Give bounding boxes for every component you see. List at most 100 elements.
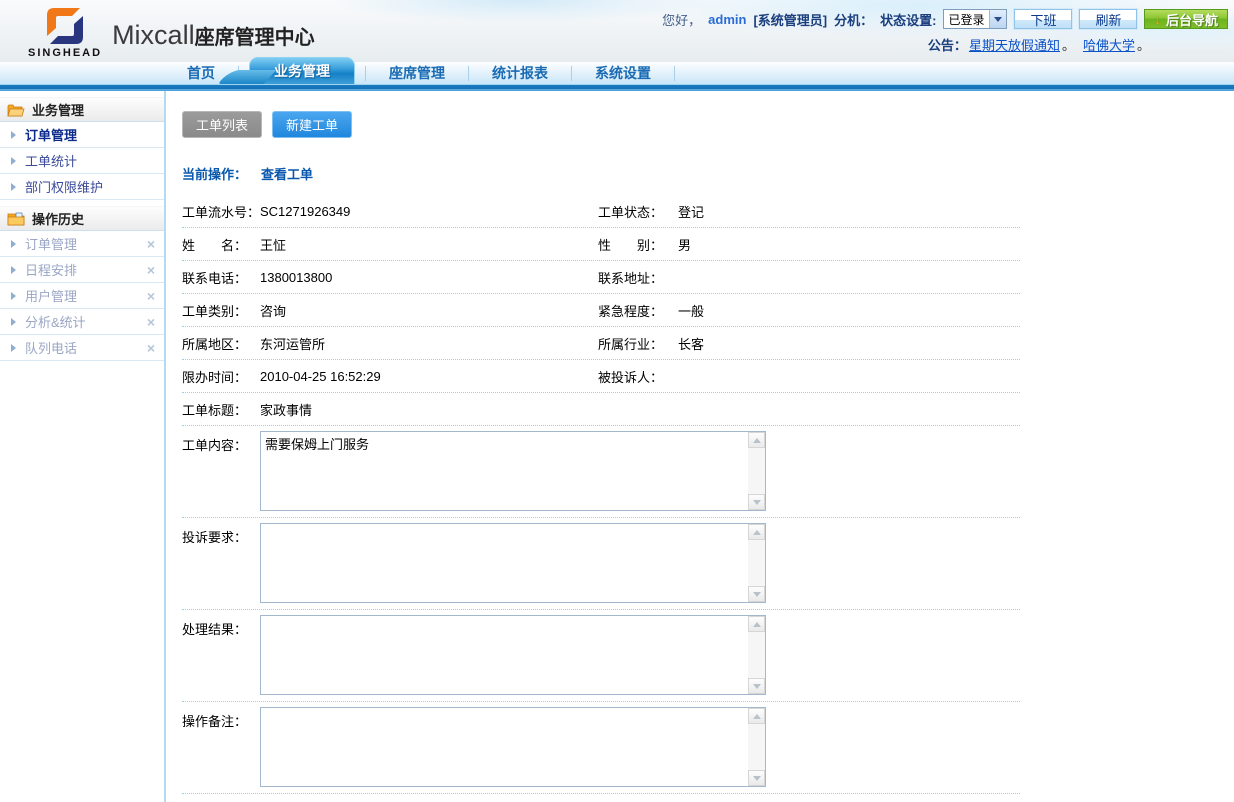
form-textarea[interactable] (261, 708, 748, 786)
scroll-down-icon[interactable] (748, 586, 765, 602)
sidebar-history-item[interactable]: 订单管理 × (0, 231, 164, 257)
textarea-box (260, 523, 766, 603)
field-value: SC1271926349 (260, 204, 598, 219)
field-label: 工单流水号： (182, 202, 260, 221)
new-workorder-button[interactable]: 新建工单 (272, 111, 352, 138)
sidebar-section-title: 操作历史 (32, 209, 84, 228)
nav-tab[interactable]: 统计报表 (475, 62, 565, 84)
scrollbar[interactable] (748, 616, 765, 694)
textarea-row: 工单内容： 需要保姆上门服务 (182, 426, 1020, 518)
current-operation: 当前操作： 查看工单 (182, 164, 1234, 183)
close-icon[interactable]: × (147, 263, 155, 277)
textarea-box (260, 615, 766, 695)
sidebar-history-item[interactable]: 队列电话 × (0, 335, 164, 361)
close-icon[interactable]: × (147, 315, 155, 329)
field-label: 所属地区： (182, 334, 260, 353)
logo-text: SINGHEAD (28, 47, 102, 59)
scrollbar[interactable] (748, 432, 765, 510)
arrow-right-icon (11, 292, 16, 300)
sidebar-item[interactable]: 部门权限维护 (0, 174, 164, 200)
extension-label: 分机： (834, 10, 873, 29)
sidebar-history-item[interactable]: 分析&统计 × (0, 309, 164, 335)
sidebar-item-label: 部门权限维护 (25, 177, 103, 196)
scroll-down-icon[interactable] (748, 494, 765, 510)
arrow-right-icon (11, 240, 16, 248)
backend-nav-label: 后台导航 (1166, 10, 1218, 29)
field-label: 操作备注： (182, 707, 260, 730)
field-label: 工单标题： (182, 400, 260, 419)
username: admin (708, 12, 746, 27)
scroll-down-icon[interactable] (748, 678, 765, 694)
greeting-text: 您好， (662, 10, 701, 29)
form-textarea[interactable] (261, 524, 748, 602)
sidebar-item[interactable]: 工单统计 (0, 148, 164, 174)
down-arrow-icon: ↓ (1154, 13, 1161, 26)
backend-nav-button[interactable]: ↓ 后台导航 (1144, 9, 1228, 29)
workorder-list-button[interactable]: 工单列表 (182, 111, 262, 138)
sidebar-history-item[interactable]: 用户管理 × (0, 283, 164, 309)
field-label: 工单内容： (182, 431, 260, 454)
form-textarea[interactable]: 需要保姆上门服务 (261, 432, 748, 510)
textarea-box: 需要保姆上门服务 (260, 431, 766, 511)
scrollbar[interactable] (748, 708, 765, 786)
close-icon[interactable]: × (147, 341, 155, 355)
field-value: 男 (678, 235, 1020, 254)
status-select-value: 已登录 (944, 11, 989, 28)
app-title-en: Mixcall (112, 20, 195, 51)
form-row: 限办时间： 2010-04-25 16:52:29 被投诉人： (182, 360, 1020, 393)
main-content: 工单列表 新建工单 当前操作： 查看工单 工单流水号： SC1271926349… (166, 91, 1234, 802)
announcement-link-2[interactable]: 哈佛大学 (1083, 35, 1135, 54)
field-label: 工单状态： (598, 202, 678, 221)
form-row: 工单标题： 家政事情 (182, 393, 1020, 426)
status-setting-label: 状态设置: (880, 10, 936, 29)
announcement-link-1[interactable]: 星期天放假通知 (969, 35, 1060, 54)
form-row: 联系电话： 1380013800 联系地址： (182, 261, 1020, 294)
nav-tab-separator (468, 66, 469, 81)
scroll-down-icon[interactable] (748, 770, 765, 786)
arrow-right-icon (11, 318, 16, 326)
form-row: 所属地区： 东河运管所 所属行业： 长客 (182, 327, 1020, 360)
form-row: 姓 名： 王怔 性 别： 男 (182, 228, 1020, 261)
field-value: 1380013800 (260, 270, 598, 285)
scroll-up-icon[interactable] (748, 708, 765, 724)
field-label: 姓 名： (182, 235, 260, 254)
field-label: 投诉要求： (182, 523, 260, 546)
userbar-row1: 您好， admin [系统管理员] 分机： 状态设置: 已登录 下班 刷新 ↓ … (588, 8, 1228, 30)
scroll-up-icon[interactable] (748, 432, 765, 448)
close-icon[interactable]: × (147, 237, 155, 251)
sidebar-item[interactable]: 订单管理 (0, 122, 164, 148)
main-nav: 首页 业务管理 座席管理 统计报表 系统设置 (0, 62, 1234, 84)
scroll-up-icon[interactable] (748, 524, 765, 540)
refresh-button[interactable]: 刷新 (1079, 9, 1137, 29)
field-label: 所属行业： (598, 334, 678, 353)
textarea-row: 操作备注： (182, 702, 1020, 794)
arrow-right-icon (11, 183, 16, 191)
sidebar-item-label: 工单统计 (25, 151, 77, 170)
current-operation-label: 当前操作： (182, 164, 247, 183)
announcement-dot-1: 。 (1062, 35, 1075, 54)
announcement-dot-2: 。 (1137, 35, 1150, 54)
form-textarea[interactable] (261, 616, 748, 694)
scrollbar[interactable] (748, 524, 765, 602)
form-row: 工单类别： 咨询 紧急程度： 一般 (182, 294, 1020, 327)
sidebar-history-item[interactable]: 日程安排 × (0, 257, 164, 283)
chevron-down-icon[interactable] (989, 10, 1006, 28)
sidebar: 业务管理 订单管理 工单统计 部门权限维护 (0, 91, 166, 802)
current-operation-value: 查看工单 (261, 164, 313, 183)
sidebar-item-label: 日程安排 (25, 260, 77, 279)
page: SINGHEAD Mixcall座席管理中心 您好， admin [系统管理员]… (0, 0, 1234, 802)
close-icon[interactable]: × (147, 289, 155, 303)
status-select[interactable]: 已登录 (943, 9, 1007, 29)
brand-block: SINGHEAD Mixcall座席管理中心 (28, 6, 315, 59)
singhead-s-logo-icon (40, 6, 90, 46)
nav-tab[interactable]: 业务管理 (249, 57, 355, 84)
nav-tab[interactable]: 系统设置 (578, 62, 668, 84)
off-duty-button[interactable]: 下班 (1014, 9, 1072, 29)
field-label: 处理结果： (182, 615, 260, 638)
nav-tab[interactable]: 座席管理 (372, 62, 462, 84)
scroll-up-icon[interactable] (748, 616, 765, 632)
field-value: 东河运管所 (260, 334, 598, 353)
sidebar-section-business: 业务管理 (0, 97, 164, 122)
field-value: 家政事情 (260, 400, 598, 419)
app-title-zh: 座席管理中心 (195, 21, 315, 50)
